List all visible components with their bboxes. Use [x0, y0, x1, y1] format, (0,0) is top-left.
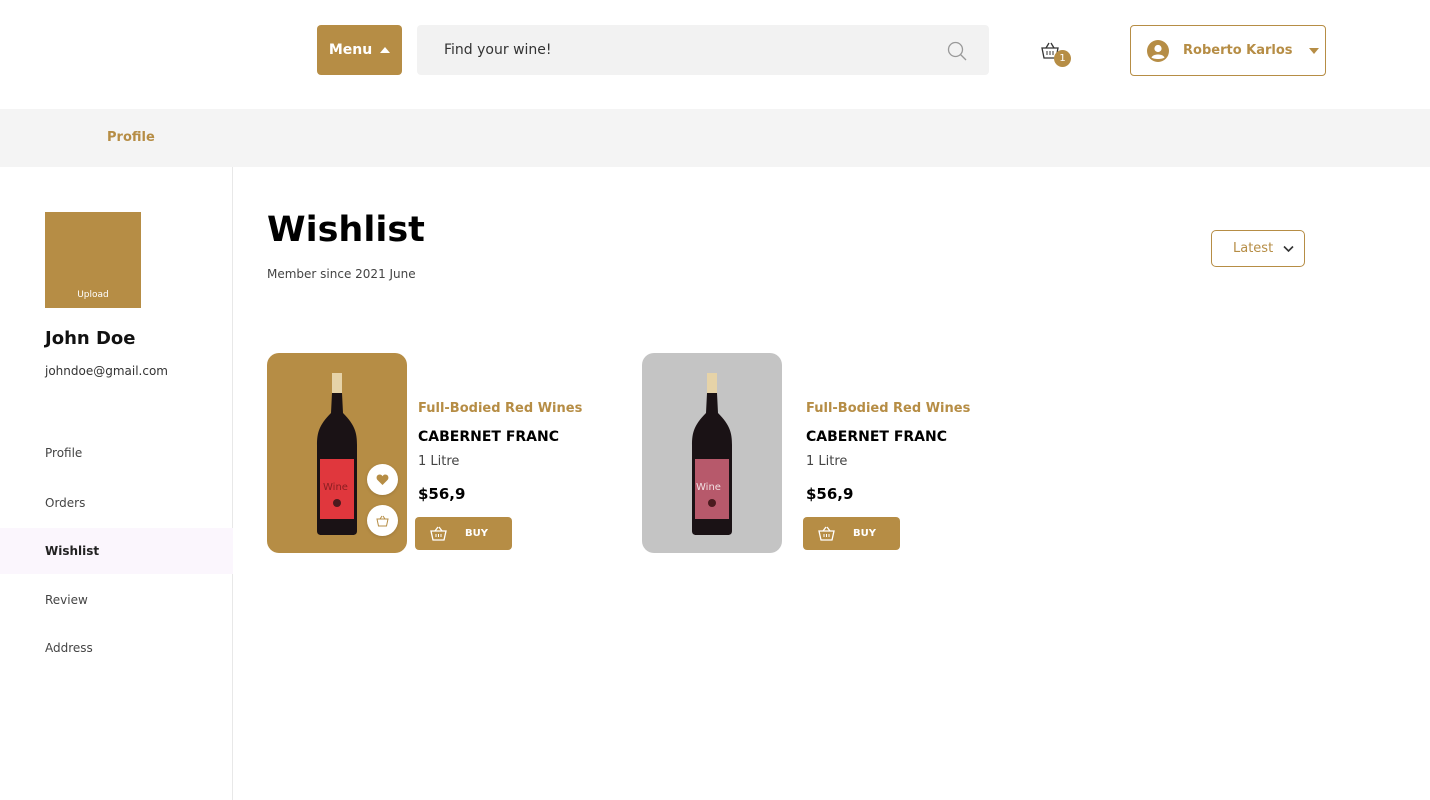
sidebar-item-review[interactable]: Review: [0, 577, 233, 623]
product-volume: 1 Litre: [418, 454, 460, 469]
basket-icon: [430, 526, 447, 541]
buy-button[interactable]: BUY: [415, 517, 512, 550]
product-category: Full-Bodied Red Wines: [806, 401, 971, 416]
label-text: Wine: [696, 482, 721, 493]
sort-label: Latest: [1233, 241, 1274, 256]
user-avatar-icon: [1147, 39, 1169, 62]
chevron-down-icon: [1283, 245, 1294, 252]
search-icon[interactable]: [947, 41, 967, 61]
menu-button[interactable]: Menu: [317, 25, 402, 75]
user-name: Roberto Karlos: [1183, 43, 1293, 58]
caret-down-icon: [1308, 47, 1319, 54]
buy-label: BUY: [853, 528, 876, 539]
sidebar-item-orders[interactable]: Orders: [0, 480, 233, 526]
search-input[interactable]: [417, 25, 989, 75]
product-price: $56,9: [806, 485, 854, 503]
product-image-card[interactable]: Wine: [642, 353, 782, 553]
caret-up-icon: [380, 47, 391, 53]
cart-button[interactable]: 1: [1040, 40, 1074, 68]
upload-label: Upload: [77, 290, 109, 300]
sidebar-item-address[interactable]: Address: [0, 625, 233, 671]
profile-email: johndoe@gmail.com: [45, 364, 168, 378]
breadcrumb: Profile: [0, 109, 1430, 167]
profile-name: John Doe: [45, 328, 136, 349]
basket-icon: [818, 526, 835, 541]
product-category: Full-Bodied Red Wines: [418, 401, 583, 416]
add-to-cart-button[interactable]: [367, 505, 398, 536]
product-image-card[interactable]: Wine: [267, 353, 407, 553]
member-since: Member since 2021 June: [267, 267, 416, 281]
product-price: $56,9: [418, 485, 466, 503]
sort-dropdown[interactable]: Latest: [1211, 230, 1305, 267]
wishlist-heart-button[interactable]: [367, 464, 398, 495]
profile-sidebar: Upload John Doe johndoe@gmail.com Profil…: [0, 167, 233, 800]
heart-icon: [376, 474, 389, 485]
user-menu-button[interactable]: Roberto Karlos: [1130, 25, 1326, 76]
label-text: Wine: [323, 482, 348, 493]
basket-icon: [376, 515, 389, 526]
breadcrumb-profile[interactable]: Profile: [107, 130, 155, 145]
avatar-upload[interactable]: Upload: [45, 212, 141, 308]
buy-button[interactable]: BUY: [803, 517, 900, 550]
page-title: Wishlist: [267, 210, 425, 250]
top-header: Menu 1 Roberto Karlos: [0, 0, 1430, 109]
product-name[interactable]: CABERNET FRANC: [806, 429, 947, 445]
sidebar-item-wishlist[interactable]: Wishlist: [0, 528, 233, 574]
wine-bottle-image: Wine: [692, 373, 732, 535]
menu-label: Menu: [328, 42, 373, 58]
wine-bottle-image: Wine: [317, 373, 357, 535]
sidebar-item-profile[interactable]: Profile: [0, 430, 233, 476]
cart-count-badge: 1: [1054, 50, 1071, 67]
buy-label: BUY: [465, 528, 488, 539]
search-bar: [417, 25, 989, 75]
product-name[interactable]: CABERNET FRANC: [418, 429, 559, 445]
product-volume: 1 Litre: [806, 454, 848, 469]
